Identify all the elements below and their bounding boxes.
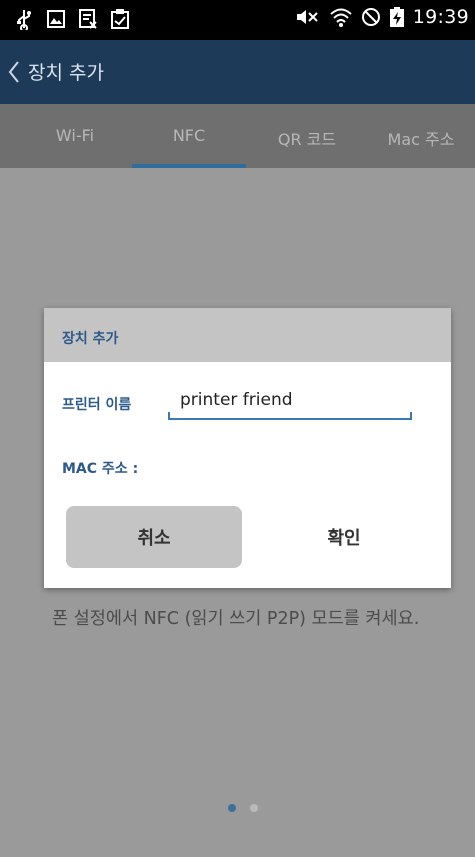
app-bar: 장치 추가 [0,40,475,104]
mac-separator: : [132,461,139,477]
confirm-button[interactable]: 확인 [256,506,432,568]
mac-address-label: MAC 주소 : [62,458,138,478]
usb-icon [17,10,31,30]
status-right-icons: 19:39 [295,6,469,28]
back-button[interactable]: 장치 추가 [6,58,104,85]
add-device-dialog: 장치 추가 프린터 이름 MAC 주소 : 취소 확인 [44,308,451,588]
tab-mac-address[interactable]: Mac 주소 [362,126,475,150]
wifi-icon [330,8,352,27]
input-underline-tick [410,412,412,420]
status-bar: 19:39 [0,0,475,40]
tab-wifi[interactable]: Wi-Fi [16,126,134,145]
page-title: 장치 추가 [28,62,104,84]
mute-icon [296,10,318,24]
page-dot-active [228,804,236,812]
clipboard-icon [111,9,129,29]
input-underline-tick [168,412,170,420]
page-indicator [228,804,258,812]
status-time: 19:39 [412,6,469,28]
status-left-icons [14,8,130,30]
dialog-title: 장치 추가 [62,331,119,347]
page-dot-inactive [250,804,258,812]
document-icon [79,9,97,29]
printer-name-label: 프린터 이름 [62,397,132,413]
image-icon [47,10,65,28]
mac-label-text: MAC 주소 [62,461,128,477]
screen: 19:39 장치 추가 Wi-Fi NFC QR 코드 Mac 주소 폰 설정에… [0,0,475,857]
tab-bar: Wi-Fi NFC QR 코드 Mac 주소 [0,104,475,168]
dialog-header: 장치 추가 [44,308,451,362]
active-tab-indicator [132,164,246,168]
tab-nfc[interactable]: NFC [130,126,248,145]
cancel-button[interactable]: 취소 [66,506,242,568]
chevron-left-icon [8,60,19,83]
nfc-instruction-text: 폰 설정에서 NFC (읽기 쓰기 P2P) 모드를 켜세요. [52,609,420,629]
tab-qr-code[interactable]: QR 코드 [248,126,366,150]
battery-charging-icon [389,7,404,27]
printer-name-input[interactable] [168,386,412,420]
blocked-icon [361,8,380,26]
